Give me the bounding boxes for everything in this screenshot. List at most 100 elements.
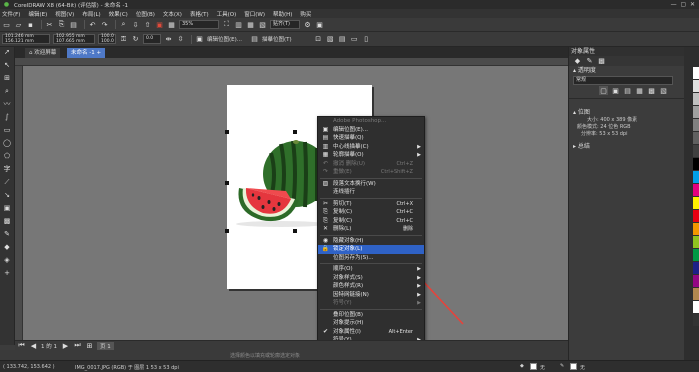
scale-field[interactable]: 100.0 100.0 [98,34,116,44]
import-icon[interactable]: ⇩ [131,20,140,29]
canvas-workspace[interactable] [23,66,568,340]
cut-icon[interactable]: ✂ [45,20,54,29]
vertical-ruler[interactable] [15,66,23,340]
selection-handle[interactable] [225,130,229,134]
export-icon[interactable]: ⇧ [143,20,152,29]
position-xy-field[interactable]: 101.246 mm 156.121 mm [2,34,50,44]
context-menu-item[interactable]: ▣ 编辑位图(E)... [318,126,424,135]
context-menu-item[interactable]: ⎘ 复制(C) Ctrl+C [318,217,424,226]
add-page-icon[interactable]: ⊞ [85,341,94,350]
crop-tool-icon[interactable]: ⊞ [0,73,14,84]
rotation-angle-field[interactable]: 0.0 [143,34,161,44]
window-controls[interactable]: — ▢ ✕ [671,1,695,8]
menu-item[interactable]: 视图(V) [55,10,74,18]
color-swatch[interactable] [693,301,699,313]
color-swatch[interactable] [693,145,699,157]
to-back-icon[interactable]: ▯ [362,35,371,44]
context-menu-item[interactable]: ↶ 撤消 删除(U) Ctrl+Z [318,160,424,169]
zoom-tool-icon[interactable]: ⌕ [0,86,14,97]
rotate-icon[interactable]: ↻ [131,35,140,44]
context-menu-item[interactable]: ✂ 剪切(T) Ctrl+X [318,200,424,209]
full-screen-icon[interactable]: ⛶ [222,20,231,29]
height-value[interactable]: 107.665 mm [56,39,85,44]
bitmap-transparency-icon[interactable]: ▧ [659,86,668,95]
launch-icon[interactable]: ▣ [315,20,324,29]
context-menu-item[interactable]: ✔ 对象属性(I) Alt+Enter [318,328,424,337]
redo-icon[interactable]: ↷ [100,20,109,29]
transparency-tool-icon[interactable]: ▩ [0,216,14,227]
parallel-dimension-tool-icon[interactable]: ⟋ [0,177,14,188]
pattern-transparency-icon[interactable]: ▦ [635,86,644,95]
drop-shadow-tool-icon[interactable]: ▣ [0,203,14,214]
selection-handle[interactable] [293,130,297,134]
color-swatch[interactable] [693,314,699,326]
smart-fill-tool-icon[interactable]: ◈ [0,255,14,266]
undo-icon[interactable]: ↶ [88,20,97,29]
menu-item[interactable]: 文本(X) [163,10,182,18]
color-swatch[interactable] [693,223,699,235]
color-swatch[interactable] [693,197,699,209]
selection-handle[interactable] [225,229,229,233]
menu-item[interactable]: 效果(C) [109,10,128,18]
lock-ratio-icon[interactable]: ⚿ [119,35,128,44]
color-swatch[interactable] [693,275,699,287]
uniform-transparency-icon[interactable]: ▣ [611,86,620,95]
context-menu-item[interactable]: ▨ 段落文本换行(W) [318,180,424,189]
paste-icon[interactable]: ▤ [69,20,78,29]
context-menu-item[interactable]: 位图另存为(S)... [318,254,424,263]
context-menu-item[interactable]: ▦ 轮廓描摹(O) ▶ [318,151,424,160]
application-launcher-icon[interactable]: ▦ [167,20,176,29]
ellipse-tool-icon[interactable]: ◯ [0,138,14,149]
edit-bitmap-button[interactable]: 编辑位图(E)... [207,35,242,43]
last-page-icon[interactable]: ⏭ [73,341,82,350]
color-swatch[interactable] [693,262,699,274]
color-swatch[interactable] [693,67,699,79]
menu-item[interactable]: 文件(F) [2,10,20,18]
tab-document[interactable]: 未命名 -1 + [67,48,106,58]
fountain-transparency-icon[interactable]: ▤ [623,86,632,95]
bitmap-section-header[interactable]: ▴ 位图 [569,108,684,117]
rulers-icon[interactable]: ▥ [234,20,243,29]
connector-tool-icon[interactable]: ↘ [0,190,14,201]
resample-icon[interactable]: ▧ [326,35,335,44]
trace-bitmap-button[interactable]: 描摹位图(T) [262,35,292,43]
context-menu-item[interactable]: ✕ 删除(L) 删除 [318,225,424,234]
mirror-vertical-icon[interactable]: ⇳ [176,35,185,44]
blend-mode-select[interactable]: 常规 [573,75,673,85]
transparency-tab-icon[interactable]: ▩ [597,57,606,66]
selection-handle[interactable] [225,181,229,185]
shape-tool-icon[interactable]: ↖ [0,60,14,71]
copy-icon[interactable]: ⎘ [57,20,66,29]
to-front-icon[interactable]: ▭ [350,35,359,44]
menu-item[interactable]: 窗口(W) [244,10,265,18]
color-swatch[interactable] [693,80,699,92]
page-tab[interactable]: 页 1 [97,341,114,350]
prev-page-icon[interactable]: ◀ [29,341,38,350]
context-menu-item[interactable]: 对象样式(S) ▶ [318,274,424,283]
interactive-fill-tool-icon[interactable]: ◆ [0,242,14,253]
context-menu-item[interactable]: ⎘ 复制(C) Ctrl+C [318,208,424,217]
context-menu-item[interactable]: 连线插行 [318,188,424,197]
freehand-tool-icon[interactable]: 〰 [0,99,14,110]
color-swatch[interactable] [693,210,699,222]
context-menu-item[interactable]: 叠印位图(B) [318,311,424,320]
color-swatch[interactable] [693,119,699,131]
outline-swatch[interactable] [570,363,577,370]
rectangle-tool-icon[interactable]: ▭ [0,125,14,136]
color-swatch[interactable] [693,236,699,248]
context-menu-item[interactable]: 🔒 锁定对象(L) [318,245,424,254]
color-swatch[interactable] [693,184,699,196]
wrap-text-icon[interactable]: ▤ [338,35,347,44]
options-gear-icon[interactable]: ⚙ [303,20,312,29]
artistic-media-tool-icon[interactable]: ∫ [0,112,14,123]
menu-item[interactable]: 工具(O) [217,10,237,18]
transparency-section-header[interactable]: ▴ 透明度 [569,66,684,75]
new-document-icon[interactable]: ▭ [2,20,11,29]
horizontal-ruler[interactable] [15,58,568,66]
close-tab-icon[interactable]: + [96,50,101,56]
context-menu-item[interactable]: ◉ 隐藏对象(H) [318,237,424,246]
context-menu-item[interactable]: ▤ 快速描摹(Q) [318,134,424,143]
size-wh-field[interactable]: 102.955 mm 107.665 mm [53,34,95,44]
tab-welcome[interactable]: ⌂ 欢迎屏幕 [25,48,61,58]
no-transparency-icon[interactable]: ▢ [599,86,608,95]
